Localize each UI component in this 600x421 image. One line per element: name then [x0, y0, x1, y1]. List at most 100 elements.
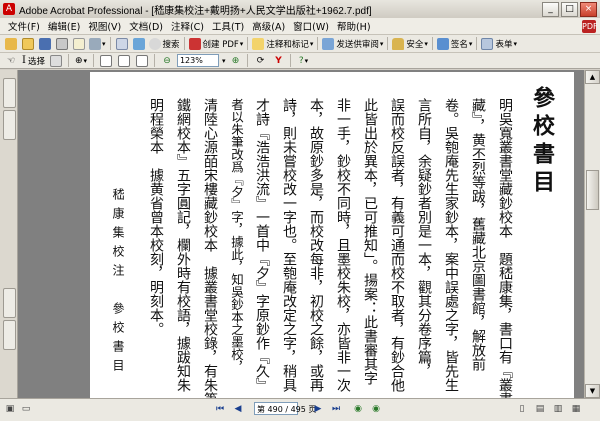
secure-label: 安全	[406, 39, 424, 50]
acrobat-app-icon[interactable]: A	[3, 3, 15, 15]
globe-icon	[132, 37, 145, 50]
last-page-button[interactable]: ⏭	[330, 403, 342, 415]
page-icon	[99, 54, 112, 67]
hand-icon: ☜	[6, 55, 16, 66]
send-review-label: 发送供审阅	[336, 39, 379, 50]
menu-window[interactable]: 窗口(W)	[289, 19, 333, 33]
previous-view-button[interactable]: ◉	[352, 403, 364, 415]
zoom-dropdown-icon[interactable]: ▾	[222, 57, 226, 65]
forms-button[interactable]: 表单 ▾	[480, 37, 518, 51]
create-pdf-red-icon	[188, 37, 201, 50]
zoom-tool-button[interactable]: ⊕ ▾	[73, 54, 89, 68]
plus-circle-icon: ⊕	[231, 55, 240, 66]
fit-width-icon	[135, 54, 148, 67]
pdf-document-icon: PDF	[582, 19, 598, 33]
menu-advanced[interactable]: 高级(A)	[248, 19, 289, 33]
document-view[interactable]: 參校書目 明吳寬叢書堂藏鈔校本 題嵇康集，書口有『叢書 藏』，黄丕烈等跋，舊藏北…	[18, 70, 584, 398]
text-column: 詩，則未嘗校改一字也。至匏庵改定之字，稍具	[281, 98, 297, 392]
menu-file[interactable]: 文件(F)	[4, 19, 44, 33]
question-icon: ?	[298, 55, 304, 66]
create-pdf-label: 创建 PDF	[202, 39, 239, 50]
search-button[interactable]: 搜索	[148, 37, 181, 51]
snapshot-button[interactable]	[48, 54, 64, 68]
form-icon	[481, 37, 494, 50]
continuous-facing-view-icon[interactable]: ▦	[570, 403, 582, 415]
select-tool-button[interactable]: I 选择	[21, 54, 46, 68]
status-bar: ▣ ▭ ⏮ ◀ 第 490 / 495 页 ▶ ⏭ ◉ ◉ ▯ ▤ ▥ ▦	[0, 398, 600, 421]
secure-button[interactable]: 安全 ▾	[391, 37, 429, 51]
text-column: 才詩『浩浩洪流』一首中『夕』字原鈔作『久』	[254, 98, 270, 392]
help-button[interactable]: Y	[270, 54, 286, 68]
envelope-icon	[73, 37, 85, 50]
navigation-pane	[0, 70, 18, 400]
how-to-button[interactable]: ? ▾	[295, 54, 311, 68]
next-page-button[interactable]: ▶	[312, 403, 324, 415]
menu-tools[interactable]: 工具(T)	[208, 19, 248, 33]
email-button[interactable]	[71, 37, 87, 51]
attachments-tab[interactable]	[3, 288, 16, 318]
text-column: 鐵網校本』五字圓記，欄外時有校語，據跋知朱	[175, 98, 191, 392]
zoom-in-button[interactable]: ⊕	[227, 54, 243, 68]
text-column: 此皆出於異本，已可推知」。揚案：此書審其字	[362, 98, 378, 385]
scroll-down-arrow[interactable]: ▼	[585, 384, 600, 398]
forms-label: 表单	[495, 39, 513, 50]
fit-width-button[interactable]	[134, 54, 150, 68]
previous-page-button[interactable]: ◀	[232, 403, 244, 415]
comment-markup-button[interactable]: 注释和标记 ▾	[251, 37, 314, 51]
status-page-icon[interactable]: ▣	[4, 403, 16, 415]
zoom-out-button[interactable]: ⊖	[159, 54, 175, 68]
pages-tab[interactable]	[3, 110, 16, 140]
page-side-footer: 嵇康集校注 參校書目	[111, 188, 125, 378]
text-column: 本，故原鈔多是，而校改每非，初校之餘，或再	[308, 98, 324, 392]
search-button-label: 搜索	[162, 39, 180, 50]
text-column: 非一手，鈔校不同時，且墨校朱校，亦皆非一次	[335, 98, 351, 392]
window-title: Adobe Acrobat Professional - [嵇康集校注+戴明扬+…	[19, 5, 372, 17]
menu-help[interactable]: 帮助(H)	[333, 19, 375, 33]
menu-edit[interactable]: 编辑(E)	[44, 19, 84, 33]
text-column: 卷。吳匏庵先生家鈔本，案中誤處之字，皆先生	[443, 98, 459, 392]
hand-tool-button[interactable]: ☜	[3, 54, 19, 68]
facing-view-icon[interactable]: ▥	[552, 403, 564, 415]
bookmarks-tab[interactable]	[3, 78, 16, 108]
scrollbar-thumb[interactable]	[586, 170, 599, 210]
single-page-view-icon[interactable]: ▯	[516, 403, 528, 415]
continuous-view-icon[interactable]: ▤	[534, 403, 546, 415]
zoom-level-input[interactable]: 123%	[176, 54, 219, 67]
rotate-icon: ⟳	[256, 55, 265, 66]
navigation-toolbar: ☜ I 选择 ⊕ ▾ ⊖ 123% ▾ ⊕ ⟳ Y ? ▾	[0, 53, 600, 69]
save-button[interactable]	[37, 37, 53, 51]
upload-button[interactable]	[131, 37, 147, 51]
first-page-button[interactable]: ⏮	[214, 403, 226, 415]
scroll-up-arrow[interactable]: ▲	[585, 70, 600, 84]
sign-button[interactable]: 签名 ▾	[436, 37, 474, 51]
menu-view[interactable]: 视图(V)	[84, 19, 125, 33]
rotate-button[interactable]: ⟳	[252, 54, 268, 68]
close-button[interactable]: ×	[580, 1, 597, 17]
page-number-field[interactable]: 第 490 / 495 页	[254, 402, 316, 415]
printer-icon	[56, 37, 68, 50]
attach-button[interactable]: ▾	[88, 37, 107, 51]
print-button[interactable]	[54, 37, 70, 51]
fit-page-button[interactable]	[116, 54, 132, 68]
comments-tab[interactable]	[3, 320, 16, 350]
organize-button[interactable]	[114, 37, 130, 51]
vertical-scrollbar[interactable]: ▲ ▼	[584, 70, 600, 398]
create-pdf-tool-button[interactable]	[3, 37, 19, 51]
text-cursor-icon: I	[22, 55, 26, 66]
minimize-button[interactable]: _	[542, 1, 559, 17]
magnifier-icon: ⊕	[74, 55, 83, 66]
help-icon: Y	[275, 55, 282, 66]
pdf-page: 參校書目 明吳寬叢書堂藏鈔校本 題嵇康集，書口有『叢書 藏』，黄丕烈等跋，舊藏北…	[90, 72, 574, 398]
maximize-button[interactable]: □	[561, 1, 578, 17]
comment-markup-label: 注释和标记	[266, 39, 309, 50]
menu-comments[interactable]: 注释(C)	[167, 19, 208, 33]
menu-document[interactable]: 文档(D)	[125, 19, 167, 33]
create-pdf-button[interactable]: 创建 PDF ▾	[188, 37, 245, 51]
actual-size-button[interactable]	[98, 54, 114, 68]
file-toolbar: ▾ 搜索 创建 PDF ▾ 注释和标记 ▾ 发送供审阅 ▾ 安全 ▾ 签名 ▾ 表单 ▾	[0, 35, 600, 53]
lock-icon	[392, 37, 405, 50]
status-layout-icon[interactable]: ▭	[20, 403, 32, 415]
send-review-button[interactable]: 发送供审阅 ▾	[321, 37, 384, 51]
next-view-button[interactable]: ◉	[370, 403, 382, 415]
open-button[interactable]	[20, 37, 36, 51]
